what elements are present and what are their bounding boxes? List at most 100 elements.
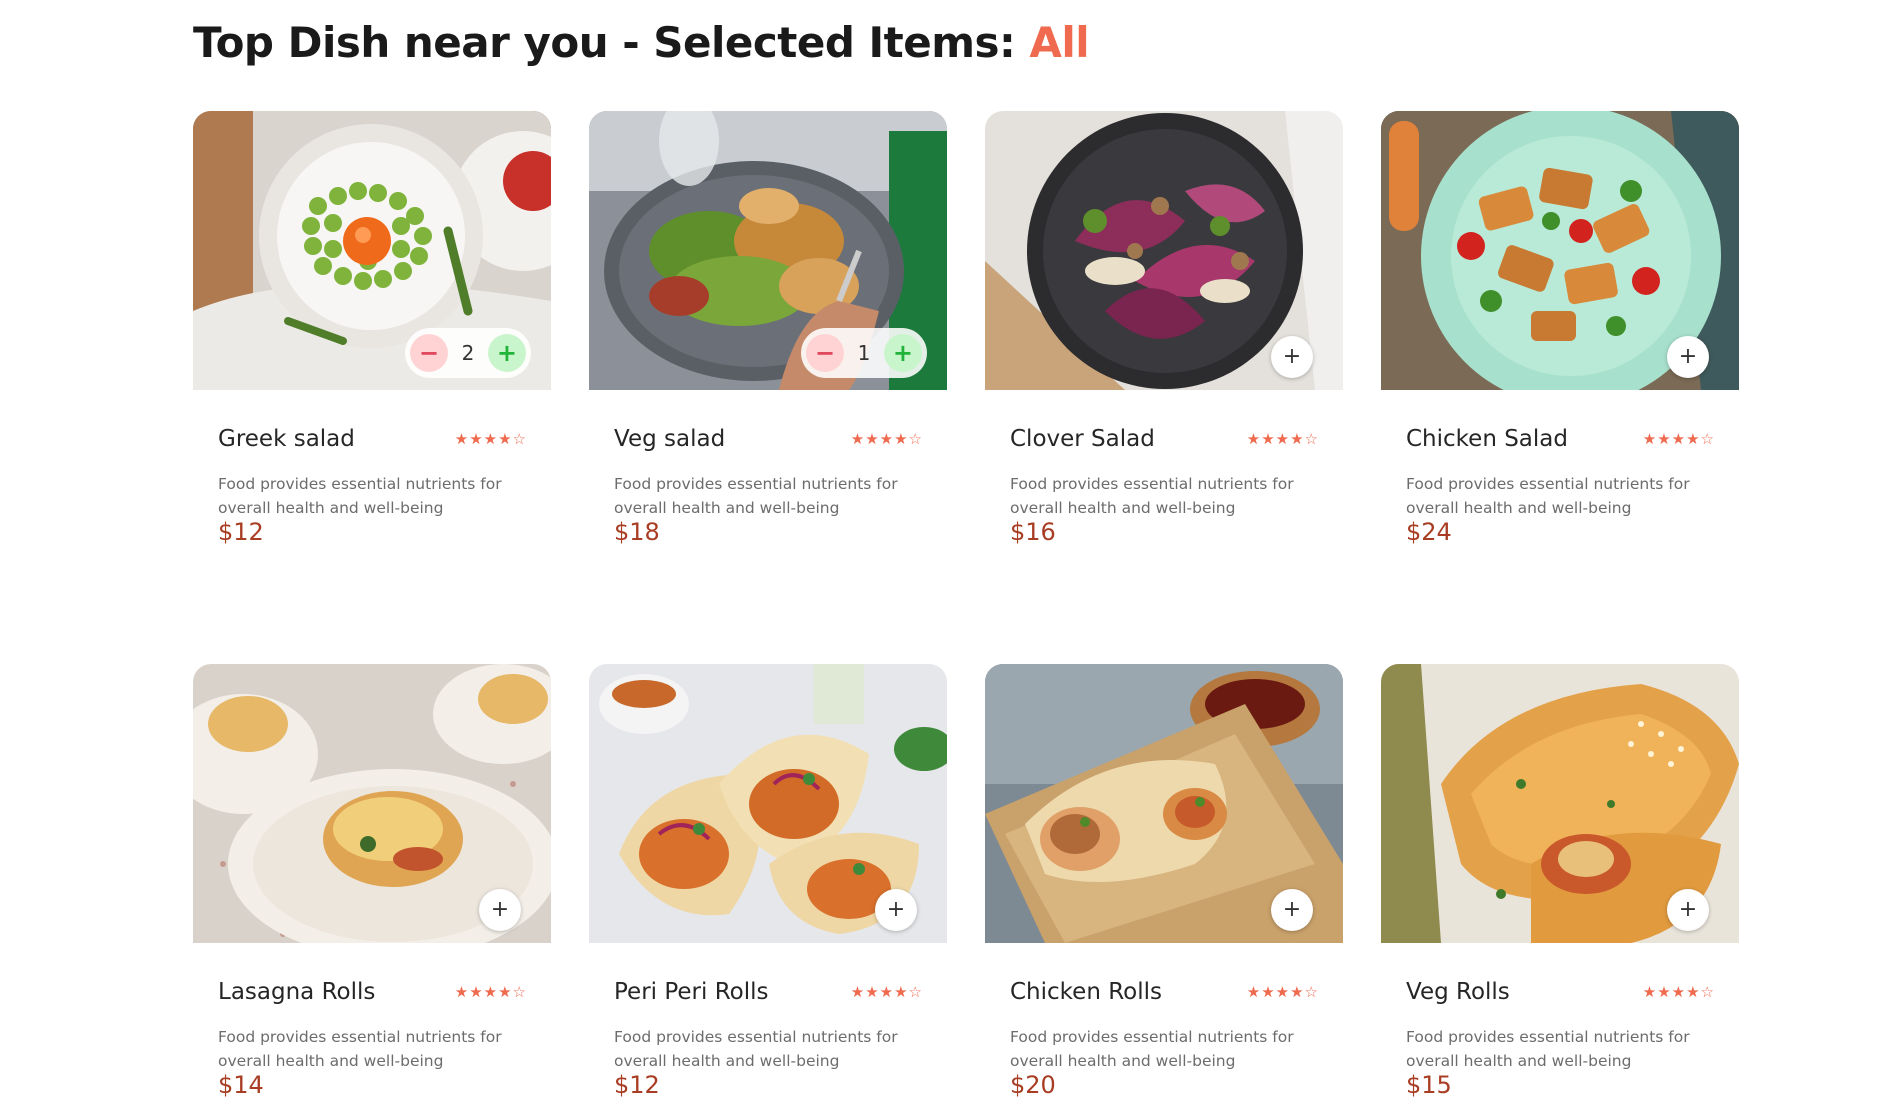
food-info: Chicken Rolls ★ ★ ★ ★ ☆ Food provides essent… <box>985 943 1343 1113</box>
food-price: $20 <box>1010 1071 1056 1099</box>
food-image[interactable]: − 2 + <box>193 111 551 390</box>
increase-quantity-button[interactable]: + <box>883 334 922 372</box>
star-icon: ★ <box>1686 983 1700 1001</box>
food-name: Chicken Rolls <box>1010 979 1162 1005</box>
food-image[interactable]: + <box>193 664 551 943</box>
add-to-cart-button[interactable]: + <box>1667 336 1709 378</box>
food-info: Greek salad ★ ★ ★ ★ ☆ Food provides essentia… <box>193 390 551 590</box>
rating-stars: ★ ★ ★ ★ ☆ <box>1643 983 1714 1001</box>
star-icon: ★ <box>454 983 469 1001</box>
food-description: Food provides essential nutrients for ov… <box>1010 1028 1294 1070</box>
rating-stars: ★ ★ ★ ★ ☆ <box>1643 430 1714 448</box>
add-to-cart-button[interactable]: + <box>1667 889 1709 931</box>
food-card: + Lasagna Rolls ★ ★ ★ ★ ☆ Food provides esse… <box>193 664 551 1113</box>
star-icon: ★ <box>1657 430 1671 448</box>
food-name: Clover Salad <box>1010 426 1155 452</box>
decrease-quantity-button[interactable]: − <box>806 334 844 372</box>
star-icon: ★ <box>498 983 512 1001</box>
star-outline-icon: ☆ <box>1304 983 1318 1001</box>
food-card: + Veg Rolls ★ ★ ★ ★ ☆ Food provides essentia… <box>1381 664 1739 1113</box>
star-icon: ★ <box>1275 430 1290 448</box>
star-icon: ★ <box>850 983 865 1001</box>
food-image[interactable]: + <box>1381 664 1739 943</box>
add-to-cart-button[interactable]: + <box>875 889 917 931</box>
food-description: Food provides essential nutrients for ov… <box>218 1028 502 1070</box>
food-info: Veg Rolls ★ ★ ★ ★ ☆ Food provides essential … <box>1381 943 1739 1113</box>
food-info: Chicken Salad ★ ★ ★ ★ ☆ Food provides essent… <box>1381 390 1739 590</box>
food-price: $18 <box>614 518 660 546</box>
star-icon: ★ <box>1261 983 1275 1001</box>
food-description: Food provides essential nutrients for ov… <box>614 475 898 517</box>
star-icon: ★ <box>1642 983 1657 1001</box>
star-icon: ★ <box>1275 983 1290 1001</box>
star-icon: ★ <box>1671 430 1686 448</box>
rating-stars: ★ ★ ★ ★ ☆ <box>1247 430 1318 448</box>
star-icon: ★ <box>865 430 879 448</box>
rating-stars: ★ ★ ★ ★ ☆ <box>851 983 922 1001</box>
star-icon: ★ <box>1686 430 1700 448</box>
food-info: Veg salad ★ ★ ★ ★ ☆ Food provides essential … <box>589 390 947 590</box>
quantity-value: 2 <box>461 341 475 365</box>
rating-stars: ★ ★ ★ ★ ☆ <box>851 430 922 448</box>
decrease-quantity-button[interactable]: − <box>410 334 448 372</box>
star-icon: ★ <box>469 983 483 1001</box>
food-image[interactable]: + <box>985 664 1343 943</box>
star-icon: ★ <box>469 430 483 448</box>
star-outline-icon: ☆ <box>1700 983 1714 1001</box>
rating-stars: ★ ★ ★ ★ ☆ <box>1247 983 1318 1001</box>
food-price: $24 <box>1406 518 1452 546</box>
food-image[interactable]: + <box>1381 111 1739 390</box>
star-icon: ★ <box>879 430 894 448</box>
food-name: Peri Peri Rolls <box>614 979 769 1005</box>
food-card: + Chicken Rolls ★ ★ ★ ★ ☆ Food provides esse… <box>985 664 1343 1113</box>
star-icon: ★ <box>483 983 498 1001</box>
page: Top Dish near you - Selected Items: All <box>0 0 1900 1113</box>
food-price: $16 <box>1010 518 1056 546</box>
star-icon: ★ <box>1246 983 1261 1001</box>
star-icon: ★ <box>1261 430 1275 448</box>
food-card: − 2 + Greek salad ★ ★ ★ ★ ☆ Food provides es… <box>193 111 551 590</box>
star-outline-icon: ☆ <box>908 430 922 448</box>
star-icon: ★ <box>1642 430 1657 448</box>
add-to-cart-button[interactable]: + <box>479 889 521 931</box>
add-to-cart-button[interactable]: + <box>1271 336 1313 378</box>
food-description: Food provides essential nutrients for ov… <box>1010 475 1294 517</box>
star-icon: ★ <box>894 983 908 1001</box>
food-name: Veg salad <box>614 426 726 452</box>
quantity-value: 1 <box>857 341 871 365</box>
star-outline-icon: ☆ <box>512 983 526 1001</box>
increase-quantity-button[interactable]: + <box>487 334 526 372</box>
food-name: Lasagna Rolls <box>218 979 376 1005</box>
food-price: $15 <box>1406 1071 1452 1099</box>
star-outline-icon: ☆ <box>512 430 526 448</box>
food-description: Food provides essential nutrients for ov… <box>614 1028 898 1070</box>
food-card: − 1 + Veg salad ★ ★ ★ ★ ☆ Food provides esse… <box>589 111 947 590</box>
food-price: $12 <box>614 1071 660 1099</box>
food-image[interactable]: − 1 + <box>589 111 947 390</box>
food-card: + Peri Peri Rolls ★ ★ ★ ★ ☆ Food provides es… <box>589 664 947 1113</box>
star-icon: ★ <box>498 430 512 448</box>
food-info: Lasagna Rolls ★ ★ ★ ★ ☆ Food provides essent… <box>193 943 551 1113</box>
quantity-stepper: − 1 + <box>801 328 927 378</box>
food-image[interactable]: + <box>589 664 947 943</box>
food-price: $12 <box>218 518 264 546</box>
food-card: + Clover Salad ★ ★ ★ ★ ☆ Food provides essen… <box>985 111 1343 590</box>
food-name: Veg Rolls <box>1406 979 1510 1005</box>
add-to-cart-button[interactable]: + <box>1271 889 1313 931</box>
food-price: $14 <box>218 1071 264 1099</box>
star-icon: ★ <box>850 430 865 448</box>
star-icon: ★ <box>865 983 879 1001</box>
food-name: Chicken Salad <box>1406 426 1568 452</box>
food-name: Greek salad <box>218 426 355 452</box>
dish-grid: − 2 + Greek salad ★ ★ ★ ★ ☆ Food provides es… <box>0 0 1900 1113</box>
food-info: Clover Salad ★ ★ ★ ★ ☆ Food provides essenti… <box>985 390 1343 590</box>
star-icon: ★ <box>1246 430 1261 448</box>
quantity-stepper: − 2 + <box>405 328 531 378</box>
star-outline-icon: ☆ <box>1304 430 1318 448</box>
food-description: Food provides essential nutrients for ov… <box>1406 1028 1690 1070</box>
star-icon: ★ <box>879 983 894 1001</box>
star-outline-icon: ☆ <box>1700 430 1714 448</box>
food-info: Peri Peri Rolls ★ ★ ★ ★ ☆ Food provides esse… <box>589 943 947 1113</box>
food-image[interactable]: + <box>985 111 1343 390</box>
star-icon: ★ <box>1290 430 1304 448</box>
